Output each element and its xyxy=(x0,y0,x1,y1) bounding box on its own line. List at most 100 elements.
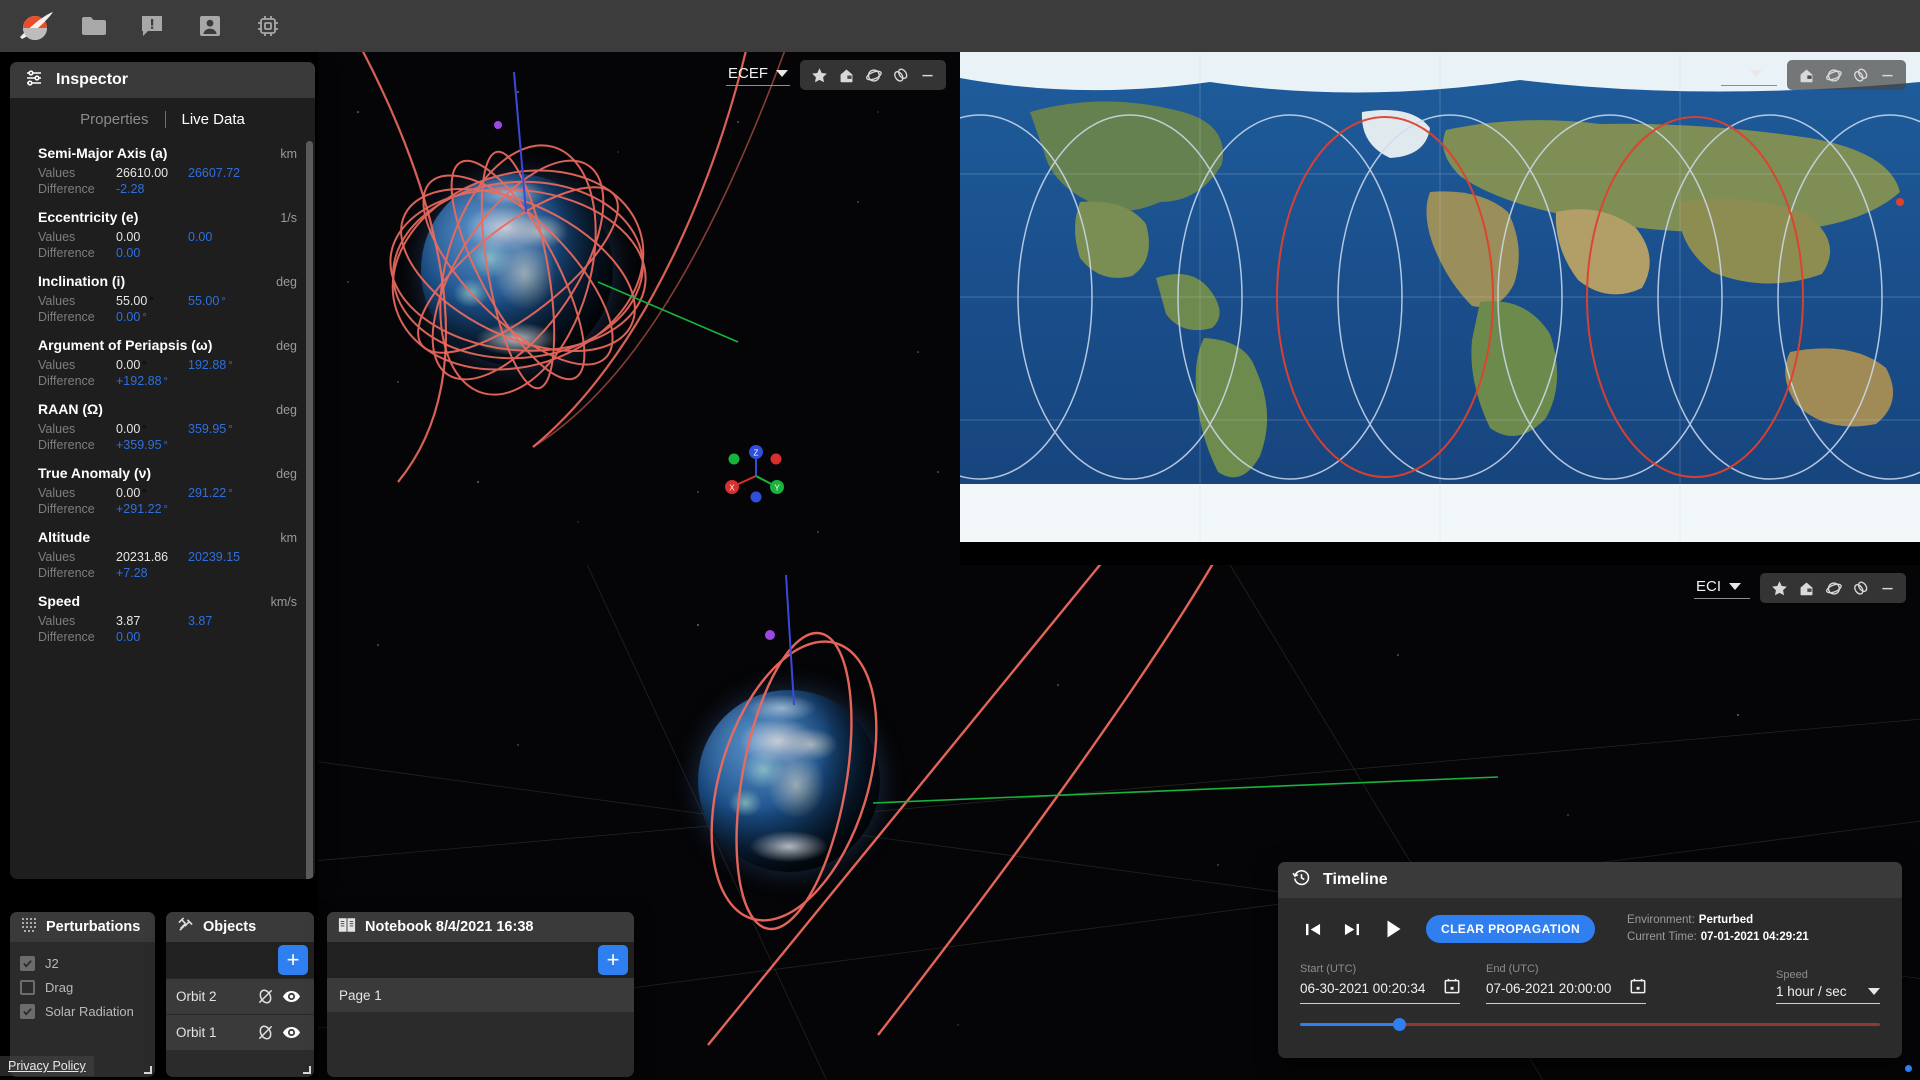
skip-to-start-icon[interactable] xyxy=(1300,916,1326,942)
step-forward-icon[interactable] xyxy=(1338,916,1364,942)
notebook-page-row[interactable]: Page 1 xyxy=(327,978,634,1012)
object-row[interactable]: Orbit 1 xyxy=(166,1014,314,1050)
parameter-unit: km xyxy=(280,147,297,161)
add-object-button[interactable]: + xyxy=(278,945,308,975)
value-perturbed: 291.22 xyxy=(188,486,227,500)
values-label: Values xyxy=(38,614,76,628)
inspector-parameter-list: Semi-Major Axis (a) km Values 26610.00 26607… xyxy=(10,135,315,879)
values-label: Values xyxy=(38,230,76,244)
value-perturbed: 20239.15 xyxy=(188,550,241,564)
parameter-row: RAAN (Ω) deg Values 0.00 ° 359.95 ° Difference +… xyxy=(38,401,297,452)
viewport-ecef[interactable]: Z X Y ECEF xyxy=(318,52,960,565)
account-icon[interactable] xyxy=(186,4,234,48)
no-trail-icon[interactable] xyxy=(252,1024,278,1041)
star-icon[interactable] xyxy=(1768,577,1790,599)
inspector-panel: Inspector Properties Live Data Semi-Majo… xyxy=(10,62,315,879)
parameter-row: Argument of Periapsis (ω) deg Values 0.00 ° 1… xyxy=(38,337,297,388)
values-label: Values xyxy=(38,358,76,372)
objects-toolbar: + xyxy=(166,942,314,978)
checkbox-checked-icon[interactable] xyxy=(20,955,35,971)
star-icon[interactable] xyxy=(808,64,830,86)
feedback-icon[interactable] xyxy=(128,4,176,48)
speed-value: 1 hour / sec xyxy=(1776,983,1847,999)
frame-select-2d[interactable]: 2D xyxy=(1721,65,1777,86)
parameter-name: Speed xyxy=(38,593,81,609)
parameter-unit: deg xyxy=(276,339,297,353)
value-nominal: 0.00 xyxy=(116,230,141,244)
folder-icon[interactable] xyxy=(70,4,118,48)
difference-label: Difference xyxy=(38,630,95,644)
perturbation-item[interactable]: Drag xyxy=(20,975,155,999)
slider-thumb[interactable] xyxy=(1392,1017,1406,1031)
home-icon[interactable] xyxy=(1795,577,1817,599)
privacy-policy-link[interactable]: Privacy Policy xyxy=(0,1056,94,1076)
values-label: Values xyxy=(38,486,76,500)
resize-grip[interactable] xyxy=(144,1066,152,1074)
planet-icon[interactable] xyxy=(1822,577,1844,599)
current-time-row: Current Time: 07-01-2021 04:29:21 xyxy=(1627,929,1809,946)
history-clock-icon xyxy=(1292,868,1311,892)
end-input[interactable]: 07-06-2021 20:00:00 xyxy=(1486,978,1646,1004)
slider-fill xyxy=(1300,1022,1399,1026)
planet-icon[interactable] xyxy=(862,64,884,86)
planet-icon[interactable] xyxy=(1822,64,1844,86)
home-icon[interactable] xyxy=(835,64,857,86)
timeline-header: Timeline xyxy=(1278,862,1902,898)
resize-grip[interactable] xyxy=(303,1066,311,1074)
clear-propagation-button[interactable]: CLEAR PROPAGATION xyxy=(1426,915,1596,944)
no-trail-icon[interactable] xyxy=(252,988,278,1005)
minimize-icon[interactable] xyxy=(1876,577,1898,599)
home-icon[interactable] xyxy=(1795,64,1817,86)
object-row[interactable]: Orbit 2 xyxy=(166,978,314,1014)
settings-chip-icon[interactable] xyxy=(244,4,292,48)
checkbox-checked-icon[interactable] xyxy=(20,1003,35,1019)
link-icon[interactable] xyxy=(1849,64,1871,86)
frame-select-eci[interactable]: ECI xyxy=(1694,578,1750,599)
svg-text:Z: Z xyxy=(754,449,759,458)
satellite-icon xyxy=(177,916,194,938)
perturbation-label: Solar Radiation xyxy=(45,1003,134,1019)
timeline-meta: Environment: Perturbed Current Time: 07-01… xyxy=(1627,912,1809,947)
chevron-down-icon xyxy=(1729,582,1742,590)
notebook-title: Notebook 8/4/2021 16:38 xyxy=(365,919,534,935)
perturbation-item[interactable]: J2 xyxy=(20,951,155,975)
link-icon[interactable] xyxy=(889,64,911,86)
parameter-row: Eccentricity (e) 1/s Values 0.00 0.00 Differe… xyxy=(10,209,315,260)
calendar-icon[interactable] xyxy=(1630,978,1646,999)
minimize-icon[interactable] xyxy=(1876,64,1898,86)
notebook-header: Notebook 8/4/2021 16:38 xyxy=(327,912,634,942)
viewport-controls-eci: ECI xyxy=(1694,573,1906,603)
parameter-name: RAAN (Ω) xyxy=(38,401,103,417)
checkbox-unchecked-icon[interactable] xyxy=(20,979,35,995)
inspector-title: Inspector xyxy=(56,71,129,88)
timeline-slider[interactable] xyxy=(1300,1017,1880,1032)
tab-properties[interactable]: Properties xyxy=(64,110,166,128)
speed-select[interactable]: 1 hour / sec xyxy=(1776,984,1880,1004)
eye-icon[interactable] xyxy=(278,990,304,1003)
tab-live-data[interactable]: Live Data xyxy=(166,111,261,128)
eye-icon[interactable] xyxy=(278,1026,304,1039)
frame-select-ecef[interactable]: ECEF xyxy=(725,65,790,86)
parameter-name: Semi-Major Axis (a) xyxy=(38,145,168,161)
calendar-icon[interactable] xyxy=(1444,978,1460,999)
start-field: Start (UTC) 06-30-2021 00:20:34 xyxy=(1300,963,1460,1004)
perturbation-item[interactable]: Solar Radiation xyxy=(20,999,155,1023)
minimize-icon[interactable] xyxy=(916,64,938,86)
inspector-scrollbar[interactable] xyxy=(306,141,313,879)
parameter-unit: km/s xyxy=(270,595,297,609)
link-icon[interactable] xyxy=(1849,577,1871,599)
viewport-2d-map[interactable]: 2D xyxy=(960,52,1920,542)
app-logo-icon[interactable] xyxy=(12,4,60,48)
viewport-controls-2d: 2D xyxy=(1721,60,1906,90)
end-label: End (UTC) xyxy=(1486,962,1539,975)
chevron-down-icon xyxy=(1868,987,1880,995)
play-icon[interactable] xyxy=(1376,916,1410,942)
difference-label: Difference xyxy=(38,310,95,324)
add-page-button[interactable]: + xyxy=(598,945,628,975)
app-toolbar xyxy=(0,0,1920,52)
difference-value: +7.28 xyxy=(116,566,148,580)
value-perturbed: 55.00 xyxy=(188,294,220,308)
start-input[interactable]: 06-30-2021 00:20:34 xyxy=(1300,978,1460,1004)
parameter-name: Argument of Periapsis (ω) xyxy=(38,337,213,353)
objects-header: Objects xyxy=(166,912,314,942)
